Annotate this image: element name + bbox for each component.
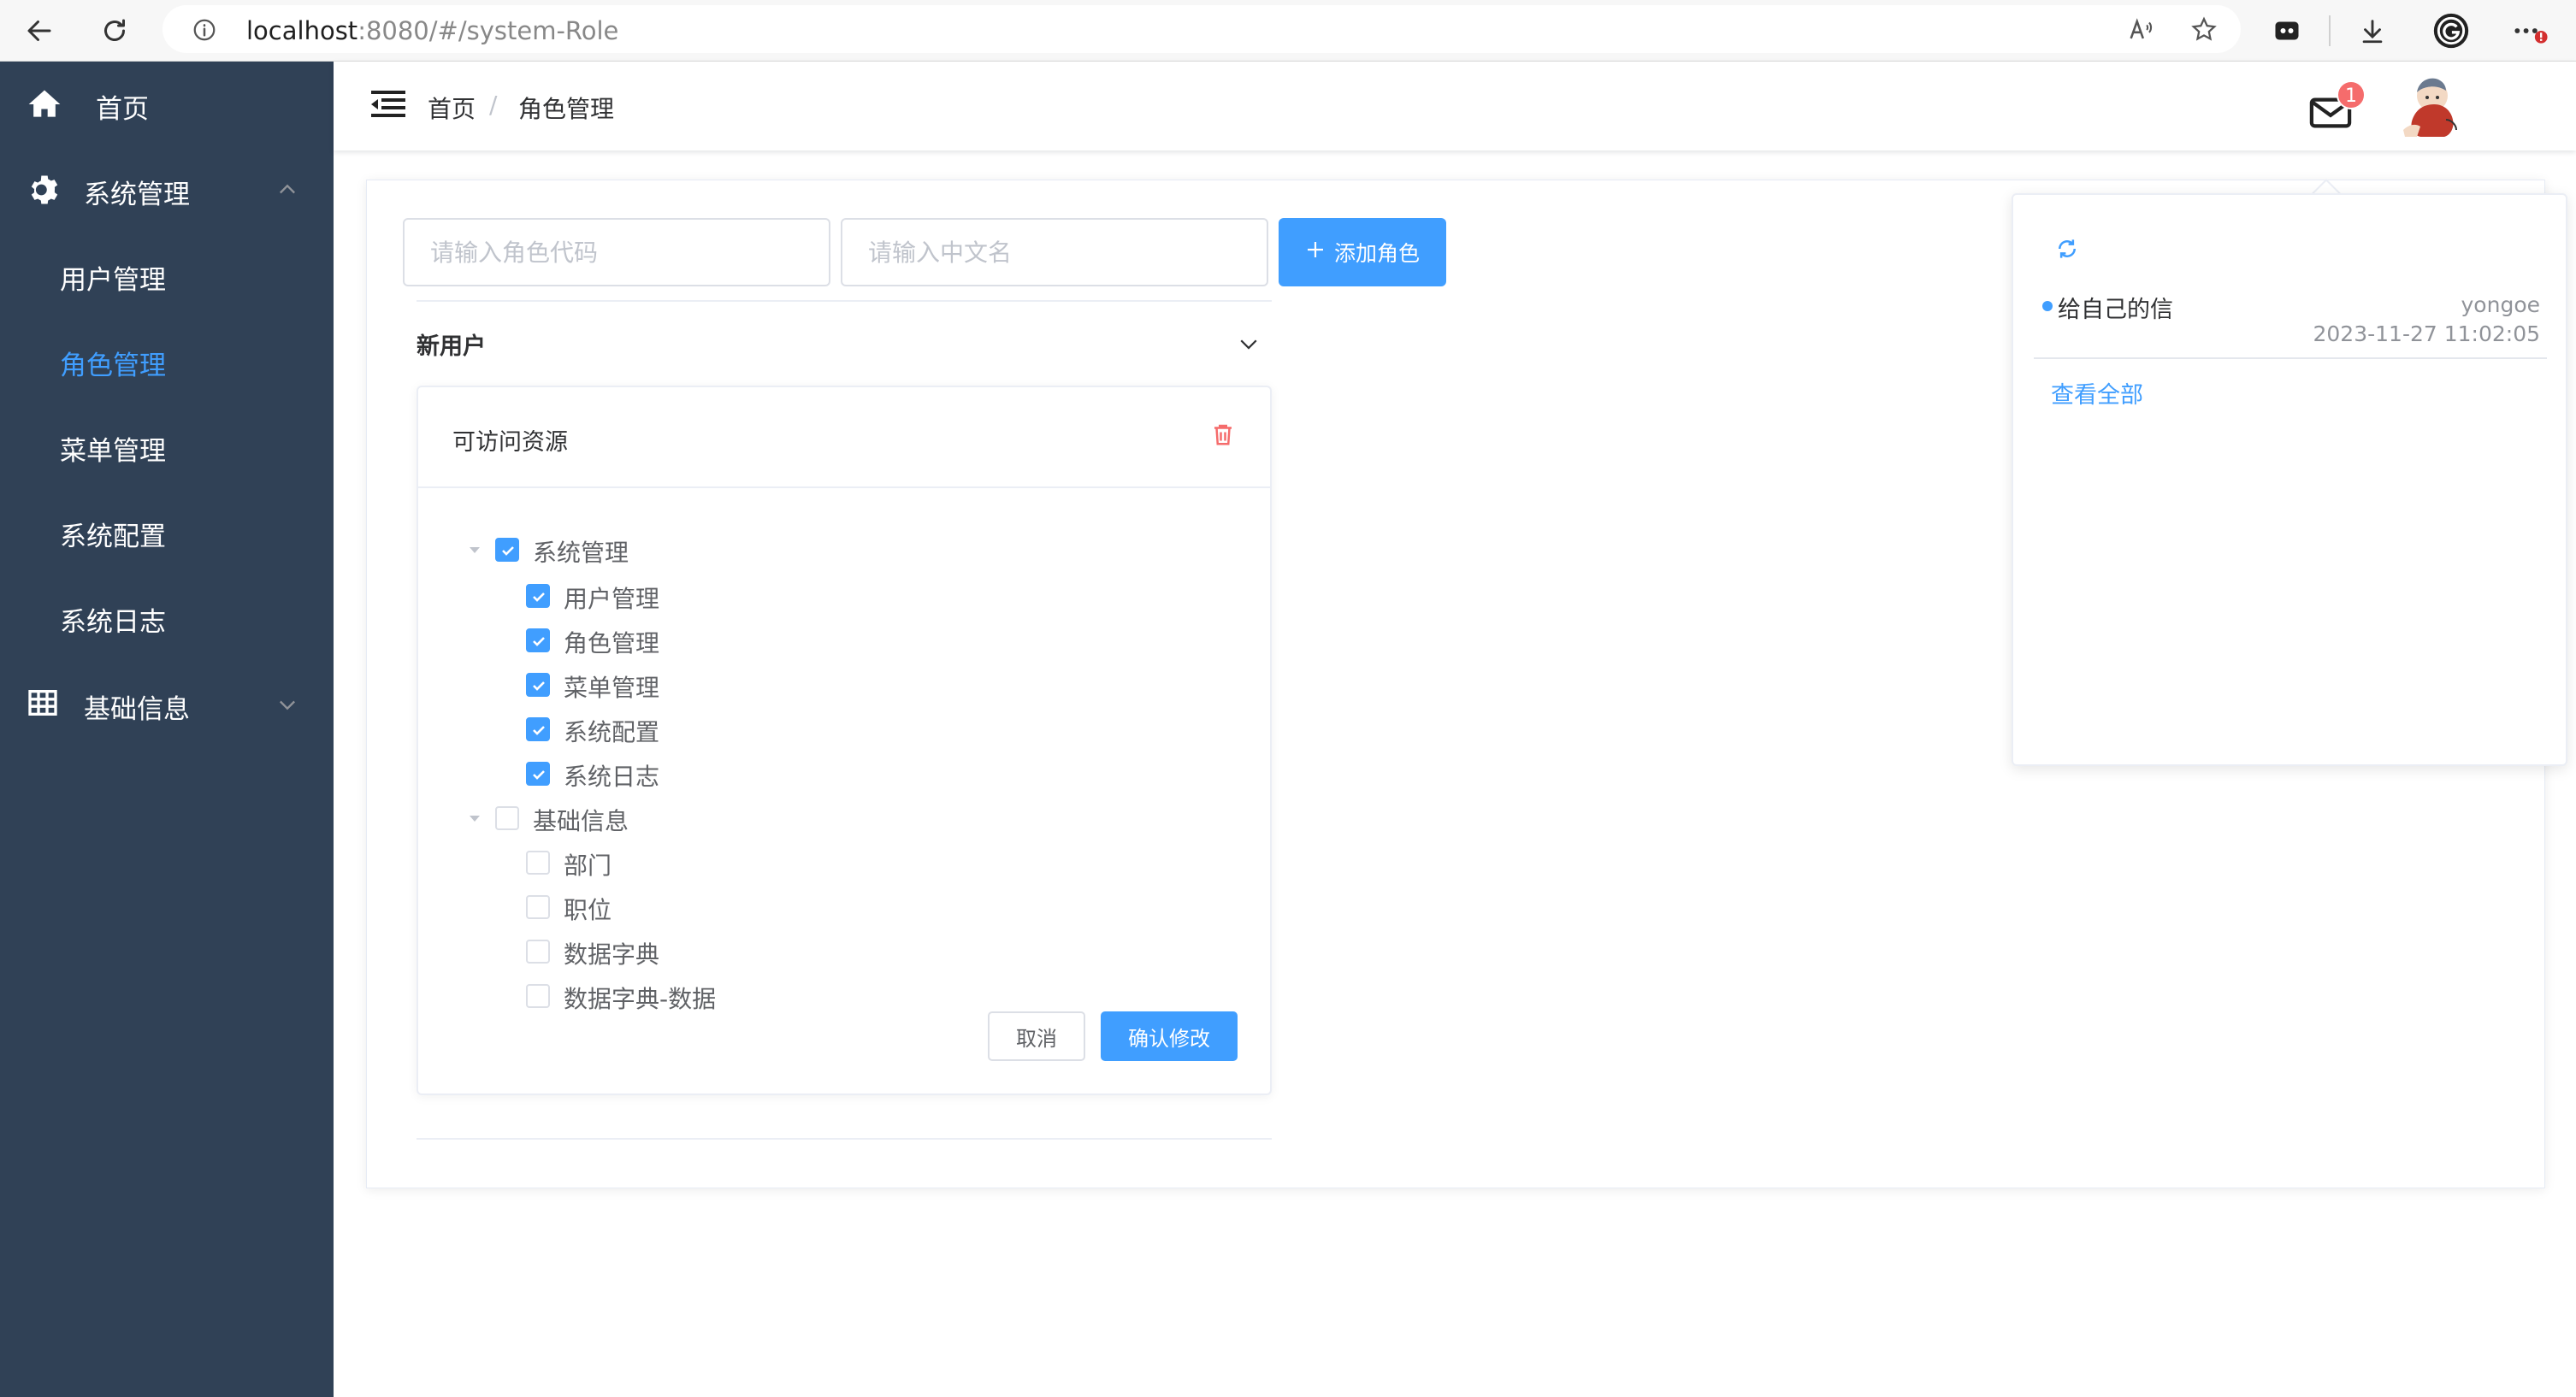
tree-node-label: 部门: [564, 852, 612, 880]
url-path: :8080/#/system-Role: [357, 16, 619, 45]
add-role-label: 添加角色: [1333, 242, 1420, 266]
sidebar-item-label: 角色管理: [60, 351, 166, 381]
tree-checkbox[interactable]: [526, 895, 550, 919]
tree-node-label: 数据字典-数据: [564, 985, 717, 1013]
notification-divider: [2034, 357, 2547, 359]
chevron-down-icon[interactable]: [1236, 331, 1261, 357]
caret-down-icon[interactable]: [466, 810, 483, 827]
back-icon[interactable]: [17, 9, 62, 53]
sidebar-item-label: 系统配置: [60, 522, 166, 552]
home-icon: [26, 85, 63, 123]
tree-node-label: 系统配置: [564, 718, 660, 746]
notification-sender: yongoe: [2461, 292, 2540, 317]
sidebar-item-label: 用户管理: [60, 265, 166, 296]
resource-card-header: 可访问资源: [418, 387, 1270, 488]
sidebar-item-role-management[interactable]: 角色管理: [0, 318, 334, 404]
refresh-icon[interactable]: [2054, 236, 2080, 262]
tree-checkbox[interactable]: [526, 628, 550, 652]
unread-badge: 1: [2337, 80, 2366, 109]
tree-node-label: 用户管理: [564, 585, 660, 613]
collapse-divider: [417, 1138, 1272, 1140]
gear-icon: [26, 171, 63, 209]
chevron-down-icon: [275, 693, 299, 716]
reload-icon[interactable]: [92, 9, 137, 53]
tree-node-label: 基础信息: [533, 807, 629, 835]
tree-checkbox[interactable]: [526, 940, 550, 964]
sidebar-item-system[interactable]: 系统管理: [0, 147, 334, 233]
tree-checkbox[interactable]: [526, 717, 550, 741]
tree-node-label: 菜单管理: [564, 674, 660, 702]
table-icon: [26, 686, 63, 723]
delete-icon[interactable]: [1210, 421, 1238, 449]
view-all-link[interactable]: 查看全部: [2051, 376, 2143, 410]
resource-card-title: 可访问资源: [452, 429, 568, 456]
breadcrumb-home[interactable]: 首页: [428, 91, 476, 125]
sidebar-item-system-config[interactable]: 系统配置: [0, 489, 334, 575]
plus-icon: [1305, 239, 1326, 266]
sidebar-item-system-log[interactable]: 系统日志: [0, 575, 334, 660]
sidebar-item-label: 系统日志: [60, 607, 166, 638]
resource-card: 可访问资源 系统管理 用户管理 角色管理 菜单管理 系统配置 系统日志 基础信息…: [417, 386, 1272, 1095]
role-code-input[interactable]: [403, 218, 830, 286]
add-role-button[interactable]: 添加角色: [1279, 218, 1446, 286]
tree-checkbox[interactable]: [495, 538, 519, 562]
tree-checkbox[interactable]: [526, 762, 550, 786]
address-bar[interactable]: localhost:8080/#/system-Role: [162, 5, 2241, 53]
sidebar-item-label: 基础信息: [84, 694, 190, 725]
avatar[interactable]: [2395, 70, 2468, 144]
tree-node-label: 系统日志: [564, 763, 660, 791]
unread-dot: [2042, 301, 2053, 311]
url-host: localhost: [246, 16, 358, 45]
caret-down-icon[interactable]: [466, 541, 483, 558]
tree-node-label: 角色管理: [564, 629, 660, 657]
sidebar-item-label: 首页: [96, 94, 149, 125]
site-info-icon[interactable]: [192, 17, 217, 46]
breadcrumb-current: 角色管理: [518, 95, 615, 123]
extension-icon[interactable]: [2265, 9, 2309, 53]
sidebar-item-home[interactable]: 首页: [0, 62, 334, 147]
collapse-divider: [417, 300, 1272, 302]
profile-icon[interactable]: [2429, 9, 2473, 53]
tree-checkbox[interactable]: [526, 584, 550, 608]
notification-popover: 给自己的信 yongoe 2023-11-27 11:02:05 查看全部: [2012, 193, 2567, 766]
sidebar-item-basic-info[interactable]: 基础信息: [0, 662, 334, 747]
tree-node-label: 数据字典: [564, 940, 660, 969]
sidebar-item-label: 系统管理: [84, 180, 190, 210]
sidebar-toggle-icon[interactable]: [371, 89, 405, 120]
tree-checkbox[interactable]: [526, 851, 550, 875]
tree-checkbox[interactable]: [495, 806, 519, 830]
tree-checkbox[interactable]: [526, 984, 550, 1008]
sidebar-item-user-management[interactable]: 用户管理: [0, 233, 334, 318]
breadcrumb-separator: /: [489, 91, 498, 119]
more-options-icon[interactable]: [2508, 9, 2552, 53]
cancel-button[interactable]: 取消: [988, 1011, 1085, 1061]
browser-toolbar: localhost:8080/#/system-Role: [0, 0, 2576, 62]
sidebar-item-label: 菜单管理: [60, 436, 166, 467]
notification-title: 给自己的信: [2058, 297, 2173, 323]
download-icon[interactable]: [2350, 9, 2395, 53]
tree-checkbox[interactable]: [526, 673, 550, 697]
favorite-icon[interactable]: [2189, 15, 2219, 48]
toolbar-divider: [2329, 15, 2331, 46]
confirm-button[interactable]: 确认修改: [1101, 1011, 1238, 1061]
sidebar: 首页 系统管理 用户管理 角色管理 菜单管理 系统配置 系统日志 基础信息: [0, 62, 334, 1397]
sidebar-item-menu-management[interactable]: 菜单管理: [0, 404, 334, 489]
top-navbar: 首页 / 角色管理 1: [334, 62, 2576, 150]
role-name-input[interactable]: [841, 218, 1268, 286]
chevron-up-icon: [275, 178, 299, 202]
read-aloud-icon[interactable]: [2126, 15, 2155, 48]
tree-node-label: 职位: [564, 896, 612, 924]
url-text[interactable]: localhost:8080/#/system-Role: [246, 16, 618, 45]
role-collapse-header[interactable]: 新用户: [417, 327, 486, 361]
tree-node-label: 系统管理: [533, 539, 629, 567]
notification-time: 2023-11-27 11:02:05: [2313, 321, 2540, 346]
